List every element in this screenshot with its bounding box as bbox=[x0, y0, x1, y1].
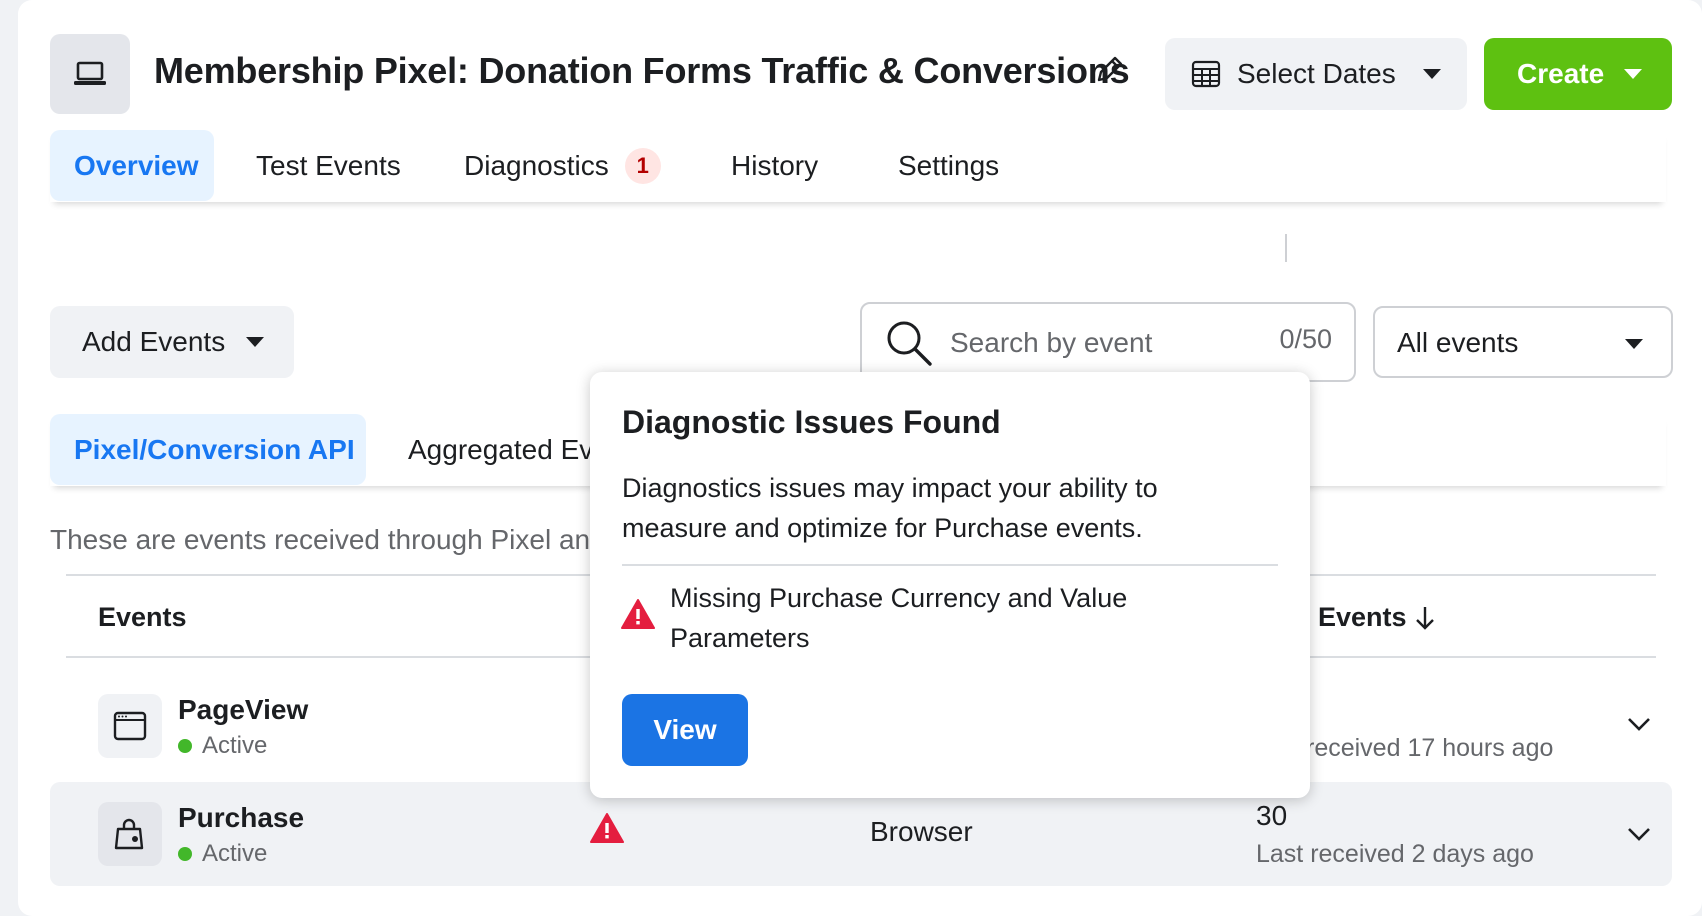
search-input[interactable]: Search by event 0/50 bbox=[860, 302, 1356, 382]
event-icon-box bbox=[98, 694, 162, 758]
calendar-table-icon bbox=[1191, 60, 1221, 88]
col-header-events[interactable]: Events bbox=[98, 602, 187, 633]
browser-window-icon bbox=[113, 711, 147, 741]
create-button[interactable]: Create bbox=[1484, 38, 1672, 110]
add-events-button[interactable]: Add Events bbox=[50, 306, 294, 378]
arrow-down-icon bbox=[1415, 606, 1434, 630]
main-tabs: Overview Test Events Diagnostics 1 Histo… bbox=[50, 130, 1666, 202]
chevron-down-icon bbox=[1423, 69, 1441, 79]
event-status-label: Active bbox=[202, 840, 268, 867]
diagnostic-issues-popover: Diagnostic Issues Found Diagnostics issu… bbox=[590, 372, 1310, 798]
tab-diagnostics[interactable]: Diagnostics 1 bbox=[440, 130, 685, 201]
event-name: Purchase bbox=[178, 802, 305, 833]
col-header-total-events-label: Events bbox=[1318, 602, 1407, 632]
last-received: received 17 hours ago bbox=[1306, 734, 1554, 762]
tab-aggregated-events-label: Aggregated Ev bbox=[408, 433, 594, 465]
tab-pixel-conversion-api[interactable]: Pixel/Conversion API bbox=[50, 414, 366, 485]
create-label: Create bbox=[1517, 58, 1605, 89]
event-status: Active bbox=[178, 732, 267, 760]
page-title: Membership Pixel: Donation Forms Traffic… bbox=[154, 50, 1130, 91]
caret-down-icon bbox=[1624, 69, 1642, 79]
tab-aggregated-events[interactable]: Aggregated Ev bbox=[384, 414, 617, 485]
diagnostics-count-badge: 1 bbox=[624, 147, 661, 184]
search-char-counter: 0/50 bbox=[1279, 324, 1332, 354]
popover-divider bbox=[622, 564, 1278, 566]
event-status-label: Active bbox=[202, 732, 268, 759]
tab-settings[interactable]: Settings bbox=[874, 130, 1023, 201]
add-events-label: Add Events bbox=[82, 326, 226, 357]
tab-overview[interactable]: Overview bbox=[50, 130, 214, 201]
pixel-icon-box bbox=[50, 34, 130, 114]
event-status: Active bbox=[178, 840, 267, 868]
search-placeholder: Search by event bbox=[950, 327, 1153, 358]
tab-settings-label: Settings bbox=[898, 149, 1000, 181]
laptop-icon bbox=[74, 61, 106, 85]
active-status-dot bbox=[178, 739, 192, 753]
view-button[interactable]: View bbox=[622, 694, 748, 766]
warning-icon[interactable] bbox=[590, 812, 624, 844]
popover-title: Diagnostic Issues Found bbox=[622, 404, 1001, 440]
col-header-total-events[interactable]: Events bbox=[1318, 602, 1437, 633]
event-filter-value: All events bbox=[1397, 327, 1519, 358]
events-description: These are events received through Pixel … bbox=[50, 524, 606, 555]
pencil-icon[interactable] bbox=[1093, 52, 1127, 86]
active-status-dot bbox=[178, 847, 192, 861]
event-filter-select[interactable]: All events bbox=[1373, 306, 1673, 378]
event-icon-box bbox=[98, 802, 162, 866]
tab-history[interactable]: History bbox=[707, 130, 842, 201]
chevron-down-icon[interactable] bbox=[1626, 824, 1652, 844]
warning-icon bbox=[621, 599, 655, 629]
select-dates-button[interactable]: Select Dates bbox=[1165, 38, 1467, 110]
last-received: Last received 2 days ago bbox=[1256, 840, 1534, 868]
event-count: 30 bbox=[1256, 800, 1288, 831]
tab-overview-label: Overview bbox=[74, 149, 199, 181]
popover-description: Diagnostics issues may impact your abili… bbox=[622, 473, 1158, 543]
diagnostic-issue-text: Missing Purchase Currency and Value Para… bbox=[670, 583, 1128, 653]
tab-test-events[interactable]: Test Events bbox=[232, 130, 425, 201]
search-icon bbox=[887, 321, 932, 366]
tab-pixel-conversion-api-label: Pixel/Conversion API bbox=[74, 433, 355, 465]
tab-test-events-label: Test Events bbox=[256, 149, 401, 181]
select-dates-label: Select Dates bbox=[1237, 58, 1396, 89]
caret-down-icon bbox=[1625, 339, 1643, 349]
chevron-down-icon[interactable] bbox=[1626, 714, 1652, 734]
tab-history-label: History bbox=[731, 149, 819, 181]
vertical-divider bbox=[1285, 234, 1287, 262]
tab-diagnostics-label: Diagnostics bbox=[464, 149, 609, 181]
connection-method: Browser bbox=[870, 816, 973, 847]
shopping-bag-icon bbox=[114, 818, 144, 850]
caret-down-icon bbox=[246, 337, 264, 347]
event-name: PageView bbox=[178, 694, 309, 725]
